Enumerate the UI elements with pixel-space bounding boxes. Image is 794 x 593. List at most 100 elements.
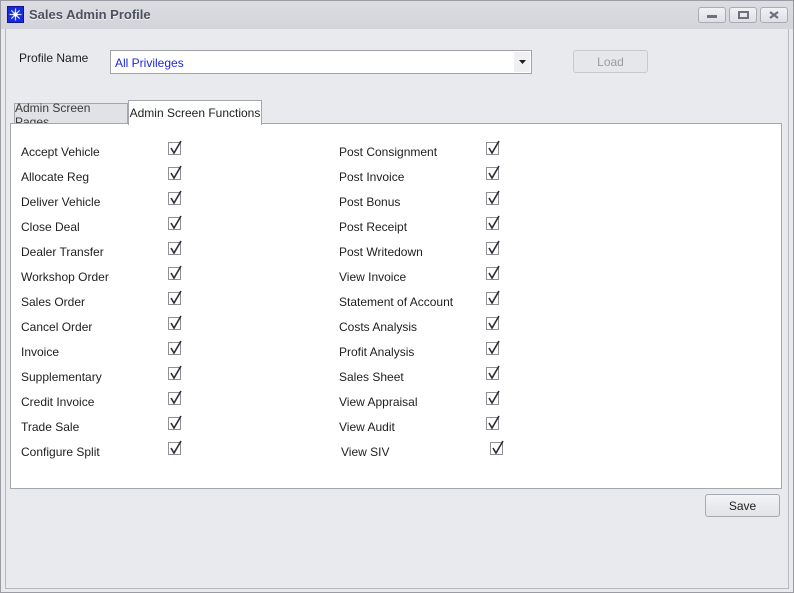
function-checkbox[interactable] [168,140,182,155]
function-checkbox[interactable] [168,390,182,405]
function-label: Cancel Order [21,320,93,334]
checkmark-icon [170,390,182,405]
checkmark-icon [488,265,500,280]
checkmark-icon [488,215,500,230]
function-label: Configure Split [21,445,100,459]
function-row: View SIV [341,440,541,462]
function-checkbox[interactable] [486,265,500,280]
close-button[interactable] [760,7,788,23]
function-checkbox[interactable] [486,165,500,180]
function-row: Post Receipt [339,215,539,237]
function-label: Post Writedown [339,245,423,259]
function-row: Statement of Account [339,290,539,312]
function-row: Post Consignment [339,140,539,162]
checkmark-icon [170,440,182,455]
function-row: Profit Analysis [339,340,539,362]
checkmark-icon [488,240,500,255]
function-checkbox[interactable] [168,365,182,380]
function-checkbox[interactable] [168,215,182,230]
close-icon [769,11,779,19]
function-checkbox[interactable] [168,240,182,255]
checkmark-icon [170,140,182,155]
function-label: Sales Sheet [339,370,404,384]
function-label: Post Invoice [339,170,405,184]
dropdown-arrow-button[interactable] [514,52,530,72]
app-icon [7,6,24,23]
function-checkbox[interactable] [168,340,182,355]
function-row: Sales Order [21,290,221,312]
function-label: View SIV [341,445,390,459]
function-checkbox[interactable] [486,390,500,405]
minimize-button[interactable] [698,7,726,23]
title-bar[interactable]: Sales Admin Profile [1,1,793,29]
function-row: Trade Sale [21,415,221,437]
checkmark-icon [488,365,500,380]
function-row: Configure Split [21,440,221,462]
function-checkbox[interactable] [168,265,182,280]
function-row: Accept Vehicle [21,140,221,162]
chevron-down-icon [518,60,526,64]
function-checkbox[interactable] [490,440,504,455]
save-button[interactable]: Save [705,494,780,517]
client-area: Profile Name All Privileges Load Admin S… [5,29,789,589]
function-checkbox[interactable] [168,415,182,430]
function-checkbox[interactable] [486,190,500,205]
sales-admin-profile-window: Sales Admin Profile Profile Name All Pri… [0,0,794,593]
checkmark-icon [488,190,500,205]
function-checkbox[interactable] [486,215,500,230]
profile-name-dropdown[interactable]: All Privileges [110,50,532,74]
function-checkbox[interactable] [486,415,500,430]
function-checkbox[interactable] [168,440,182,455]
function-row: Allocate Reg [21,165,221,187]
function-label: Credit Invoice [21,395,95,409]
checkmark-icon [170,215,182,230]
function-row: Dealer Transfer [21,240,221,262]
function-label: Post Receipt [339,220,408,234]
checkmark-icon [170,165,182,180]
function-checkbox[interactable] [168,190,182,205]
function-checkbox[interactable] [486,315,500,330]
function-label: Deliver Vehicle [21,195,101,209]
function-label: Invoice [21,345,60,359]
tab-admin-screen-functions[interactable]: Admin Screen Functions [128,100,262,125]
checkmark-icon [488,415,500,430]
function-checkbox[interactable] [486,365,500,380]
checkmark-icon [170,365,182,380]
checkmark-icon [488,390,500,405]
checkmark-icon [492,440,504,455]
function-row: Deliver Vehicle [21,190,221,212]
function-checkbox[interactable] [168,315,182,330]
function-label: Workshop Order [21,270,109,284]
checkmark-icon [170,190,182,205]
window-title: Sales Admin Profile [29,7,151,22]
tab-admin-screen-pages[interactable]: Admin Screen Pages [14,101,128,129]
function-label: View Invoice [339,270,407,284]
function-checkbox[interactable] [168,290,182,305]
function-checkbox[interactable] [486,240,500,255]
checkmark-icon [170,415,182,430]
function-label: Costs Analysis [339,320,418,334]
maximize-button[interactable] [729,7,757,23]
function-row: View Invoice [339,265,539,287]
function-label: View Audit [339,420,395,434]
load-button[interactable]: Load [573,50,648,73]
function-label: Dealer Transfer [21,245,104,259]
function-row: Post Writedown [339,240,539,262]
function-checkbox[interactable] [486,290,500,305]
profile-name-value: All Privileges [115,56,184,70]
checkmark-icon [488,315,500,330]
function-checkbox[interactable] [486,340,500,355]
checkmark-icon [488,140,500,155]
snowflake-compass-icon [9,8,22,21]
checkmark-icon [170,315,182,330]
function-checkbox[interactable] [168,165,182,180]
function-label: Profit Analysis [339,345,415,359]
function-label: Post Consignment [339,145,438,159]
function-label: Trade Sale [21,420,80,434]
function-label: Close Deal [21,220,80,234]
function-row: Costs Analysis [339,315,539,337]
function-row: Invoice [21,340,221,362]
function-label: Supplementary [21,370,102,384]
function-row: Close Deal [21,215,221,237]
function-checkbox[interactable] [486,140,500,155]
